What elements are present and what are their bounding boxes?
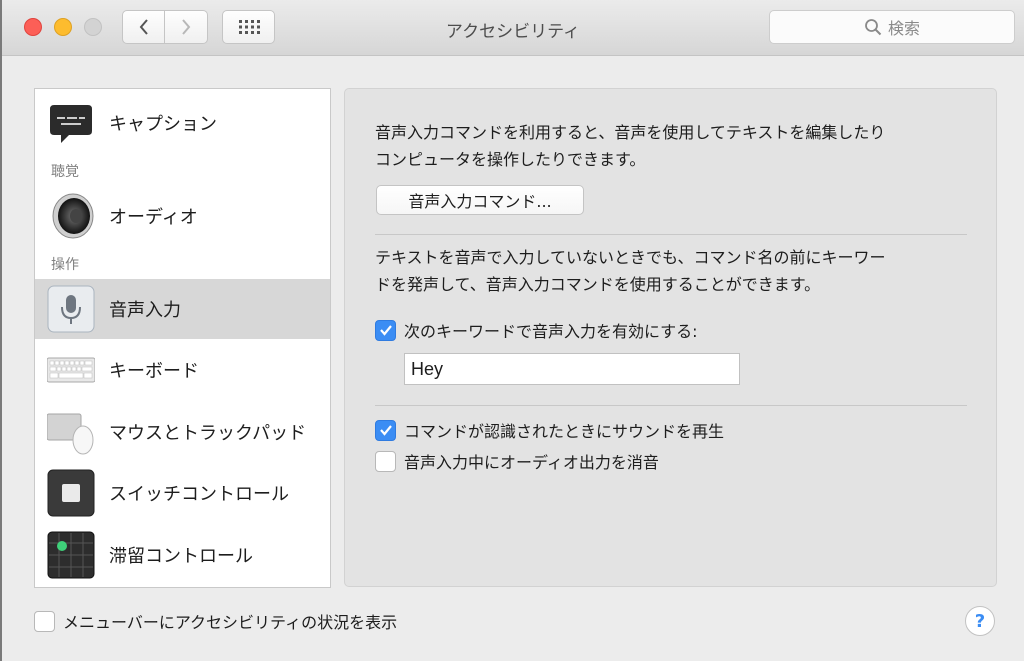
divider [375,234,967,235]
play-sound-row[interactable]: コマンドが認識されたときにサウンドを再生 [375,418,724,442]
sidebar-item-audio[interactable]: オーディオ [35,186,330,246]
keyword-description: テキストを音声で入力していないときでも、コマンド名の前にキーワー ドを発声して、… [375,244,975,298]
dictation-commands-button[interactable]: 音声入力コマンド... [376,185,584,215]
preferences-window: アクセシビリティ 検索 キャプション 聴覚 オーディオ 操作 音声入力 キーボー… [2,0,1024,661]
sidebar-item-label: キャプション [109,114,217,135]
search-placeholder: 検索 [887,19,920,38]
intro-text: 音声入力コマンドを利用すると、音声を使用してテキストを編集したり コンピュータを… [375,119,975,173]
intro-line-2: コンピュータを操作したりできます。 [375,150,646,169]
sidebar-section-interaction: 操作 [51,257,79,273]
mute-audio-checkbox[interactable] [375,450,396,472]
sidebar-item-keyboard[interactable]: キーボード [35,340,330,400]
enable-keyword-checkbox[interactable] [375,319,396,341]
keyword-input[interactable] [404,353,740,385]
play-sound-checkbox[interactable] [375,419,396,441]
sidebar-item-label: マウスとトラックパッド [109,423,307,444]
sidebar-item-dwell-control[interactable]: 滞留コントロール [35,525,330,585]
intro-line-1: 音声入力コマンドを利用すると、音声を使用してテキストを編集したり [375,123,886,142]
title-bar: アクセシビリティ 検索 [2,0,1024,56]
keyword-line-2: ドを発声して、音声入力コマンドを使用することができます。 [375,275,821,294]
play-sound-label: コマンドが認識されたときにサウンドを再生 [404,422,725,441]
keyboard-icon [47,357,95,383]
category-sidebar[interactable]: キャプション 聴覚 オーディオ 操作 音声入力 キーボード マウスとトラックパッ… [34,88,331,588]
sidebar-item-switch-control[interactable]: スイッチコントロール [35,463,330,523]
sidebar-item-label: キーボード [109,361,199,382]
sidebar-item-label: 滞留コントロール [109,546,253,567]
mute-audio-label: 音声入力中にオーディオ出力を消音 [404,453,659,472]
keyword-line-1: テキストを音声で入力していないときでも、コマンド名の前にキーワー [375,248,886,267]
caption-bubble-icon [50,105,92,143]
menubar-status-row[interactable]: メニューバーにアクセシビリティの状況を表示 [34,609,397,633]
sidebar-section-hearing: 聴覚 [51,164,79,180]
sidebar-item-dictation[interactable]: 音声入力 [35,279,330,339]
sidebar-item-label: 音声入力 [109,300,181,321]
search-field[interactable]: 検索 [769,10,1015,44]
dwell-control-icon [47,531,95,579]
enable-keyword-label: 次のキーワードで音声入力を有効にする: [404,322,698,341]
sidebar-item-mouse-trackpad[interactable]: マウスとトラックパッド [35,402,330,462]
switch-control-icon [47,469,95,517]
checkmark-icon [379,425,392,436]
search-icon [865,19,882,36]
checkmark-icon [379,325,392,336]
menubar-status-label: メニューバーにアクセシビリティの状況を表示 [63,613,398,632]
sidebar-item-label: スイッチコントロール [109,484,289,505]
enable-keyword-row[interactable]: 次のキーワードで音声入力を有効にする: [375,318,698,342]
mouse-trackpad-icon [47,413,94,455]
divider [375,405,967,406]
menubar-status-checkbox[interactable] [34,610,55,632]
dictation-settings-panel: 音声入力コマンドを利用すると、音声を使用してテキストを編集したり コンピュータを… [344,88,997,587]
mute-audio-row[interactable]: 音声入力中にオーディオ出力を消音 [375,449,659,473]
sidebar-item-label: オーディオ [109,207,198,228]
microphone-icon [47,285,95,333]
sidebar-item-captions[interactable]: キャプション [35,93,330,153]
help-button[interactable]: ? [965,606,995,636]
speaker-icon [52,193,94,239]
